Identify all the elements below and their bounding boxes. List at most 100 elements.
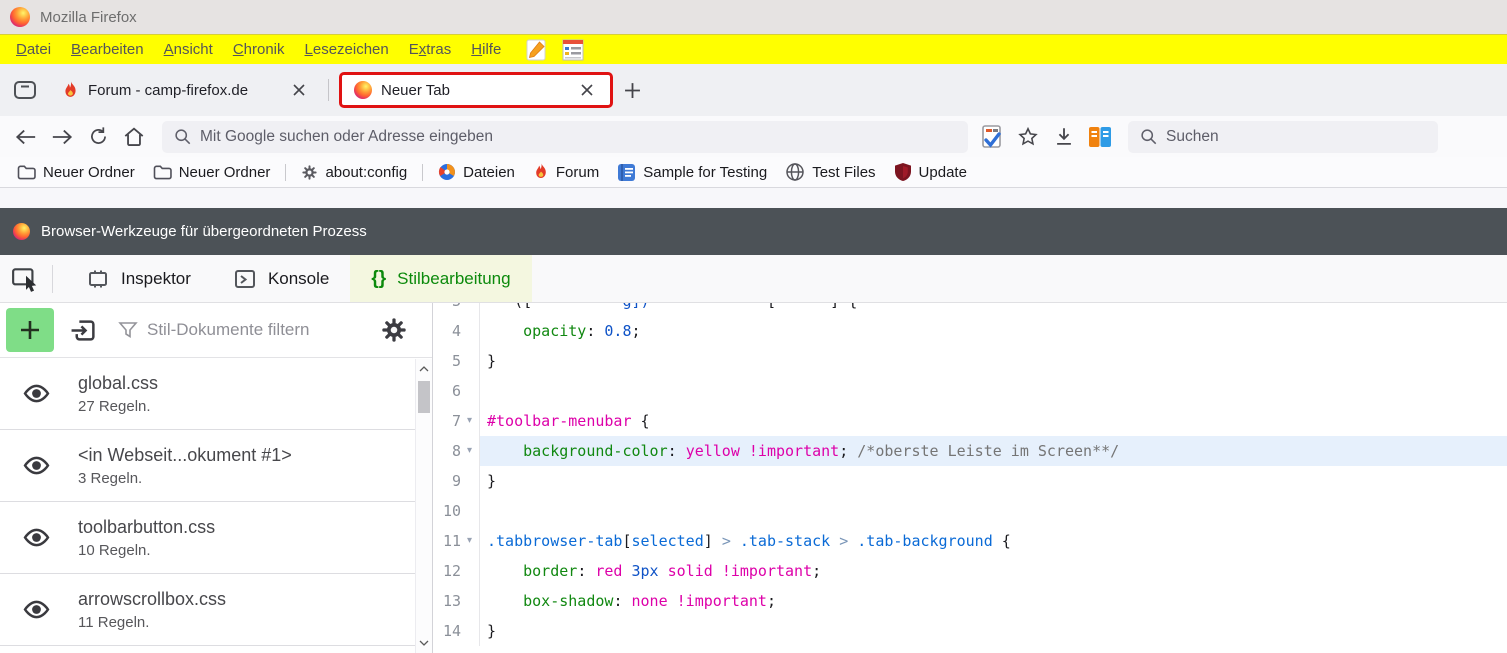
devtools-tab-label: Inspektor [121,269,191,289]
url-bar[interactable]: Mit Google suchen oder Adresse eingeben [162,121,968,153]
code-text[interactable]: opacity: 0.8; [480,316,1507,346]
search-bar[interactable]: Suchen [1128,121,1438,153]
menu-item-extras[interactable]: Extras [399,41,462,58]
table-addon-icon[interactable] [561,38,585,62]
node-picker-button[interactable] [0,255,52,302]
bookmark-label: Test Files [812,164,875,181]
back-button[interactable] [8,120,44,154]
code-text[interactable]: box-shadow: none !important; [480,586,1507,616]
stylesheet-toolbar: Stil-Dokumente filtern [0,303,432,358]
bookmark-dateien[interactable]: Dateien [429,159,524,185]
bookmark-forum[interactable]: Forum [524,159,608,185]
gutter: 14 [433,616,480,646]
bookmark-label: Dateien [463,164,515,181]
stylesheet-item-toolbarbutton-css[interactable]: toolbarbutton.css10 Regeln. [0,502,415,574]
code-line-6[interactable]: 6 [433,376,1507,406]
devtools-tab-inspektor[interactable]: Inspektor [65,255,212,302]
import-stylesheet-button[interactable] [65,312,101,348]
menu-item-chronik[interactable]: Chronik [223,41,295,58]
sidebar-scrollbar[interactable] [415,359,432,653]
code-line-10[interactable]: 10 [433,496,1507,526]
menu-item-bearbeiten[interactable]: Bearbeiten [61,41,154,58]
close-tab-icon[interactable] [288,79,310,101]
code-line-9[interactable]: 9} [433,466,1507,496]
bookmark-about-config[interactable]: about:config [292,159,416,185]
code-line-11[interactable]: 11▾.tabbrowser-tab[selected] > .tab-stac… [433,526,1507,556]
code-line-3[interactable]: 3 ([ g]) [ ] { [433,303,1507,316]
gutter: 12 [433,556,480,586]
code-text[interactable]: } [480,616,1507,646]
download-icon [1053,126,1075,148]
visibility-toggle-eye-icon[interactable] [18,383,54,404]
close-tab-icon[interactable] [576,79,598,101]
style-editor-options-button[interactable] [374,310,414,350]
code-line-12[interactable]: 12 border: red 3px solid !important; [433,556,1507,586]
stylesheet-item-global-css[interactable]: global.css27 Regeln. [0,358,415,430]
code-text[interactable] [480,496,1507,526]
devtools-tab-stilbearbeitung[interactable]: {}Stilbearbeitung [350,255,531,302]
braces-icon: {} [371,268,386,290]
code-text[interactable]: #toolbar-menubar { [480,406,1507,436]
downloads-button[interactable] [1046,120,1082,154]
bookmark-page-button[interactable] [1010,120,1046,154]
stylesheet-item-in-webseit-okument-1[interactable]: <in Webseit...okument #1>3 Regeln. [0,430,415,502]
w3c-validator-extension-button[interactable] [974,120,1010,154]
filter-stylesheets-input[interactable]: Stil-Dokumente filtern [118,320,363,340]
fold-toggle-icon[interactable]: ▾ [461,526,478,556]
tab-manager-extension-button[interactable] [1082,120,1118,154]
notes-addon-icon[interactable] [525,38,547,62]
stylesheet-name: <in Webseit...okument #1> [78,445,292,466]
bookmark-update[interactable]: Update [885,159,976,185]
reload-button[interactable] [80,120,116,154]
line-number: 14 [433,616,461,646]
code-line-5[interactable]: 5} [433,346,1507,376]
bookmarks-separator [422,164,423,181]
tab-neuer-tab[interactable]: Neuer Tab [339,72,613,108]
scroll-down-icon[interactable] [416,635,432,651]
code-line-7[interactable]: 7▾#toolbar-menubar { [433,406,1507,436]
code-line-4[interactable]: 4 opacity: 0.8; [433,316,1507,346]
menu-item-datei[interactable]: Datei [6,41,61,58]
fold-toggle-icon[interactable]: ▾ [461,436,478,466]
bookmark-sample-for-testing[interactable]: Sample for Testing [608,159,776,185]
tab-forum-camp-firefox[interactable]: Forum - camp-firefox.de [50,72,322,108]
filter-placeholder: Stil-Dokumente filtern [147,320,310,340]
code-line-14[interactable]: 14} [433,616,1507,646]
menu-item-ansicht[interactable]: Ansicht [154,41,223,58]
gutter: 13 [433,586,480,616]
scroll-up-icon[interactable] [416,361,432,377]
code-text[interactable]: .tabbrowser-tab[selected] > .tab-stack >… [480,526,1507,556]
menu-item-hilfe[interactable]: Hilfe [461,41,511,58]
new-tab-button[interactable] [613,71,651,109]
new-stylesheet-button[interactable] [6,308,54,352]
code-line-8[interactable]: 8▾ background-color: yellow !important; … [433,436,1507,466]
visibility-toggle-eye-icon[interactable] [18,527,54,548]
firefox-view-button[interactable] [6,71,44,109]
code-text[interactable]: } [480,346,1507,376]
scrollbar-thumb[interactable] [418,381,430,413]
css-source-editor[interactable]: 3 ([ g]) [ ] {4 opacity: 0.8;5}67▾#toolb… [433,303,1507,653]
home-button[interactable] [116,120,152,154]
code-text[interactable]: background-color: yellow !important; /*o… [480,436,1507,466]
gutter: 8▾ [433,436,480,466]
fold-toggle-icon [461,496,478,526]
gutter: 6 [433,376,480,406]
tab-title: Forum - camp-firefox.de [88,82,279,99]
bookmark-neuer-ordner[interactable]: Neuer Ordner [144,159,280,185]
menu-item-lesezeichen[interactable]: Lesezeichen [295,41,399,58]
visibility-toggle-eye-icon[interactable] [18,599,54,620]
code-text[interactable]: ([ g]) [ ] { [480,303,1507,316]
code-text[interactable] [480,376,1507,406]
bookmark-test-files[interactable]: Test Files [776,159,884,185]
visibility-toggle-eye-icon[interactable] [18,455,54,476]
fold-toggle-icon[interactable]: ▾ [461,406,478,436]
tab-bar: Forum - camp-firefox.de Neuer Tab [0,64,1507,116]
forward-button[interactable] [44,120,80,154]
stylesheet-item-arrowscrollbox-css[interactable]: arrowscrollbox.css11 Regeln. [0,574,415,646]
bookmark-neuer-ordner[interactable]: Neuer Ordner [8,159,144,185]
code-text[interactable]: } [480,466,1507,496]
devtools-tab-konsole[interactable]: Konsole [212,255,350,302]
code-text[interactable]: border: red 3px solid !important; [480,556,1507,586]
code-line-13[interactable]: 13 box-shadow: none !important; [433,586,1507,616]
firefox-view-icon [12,77,38,103]
